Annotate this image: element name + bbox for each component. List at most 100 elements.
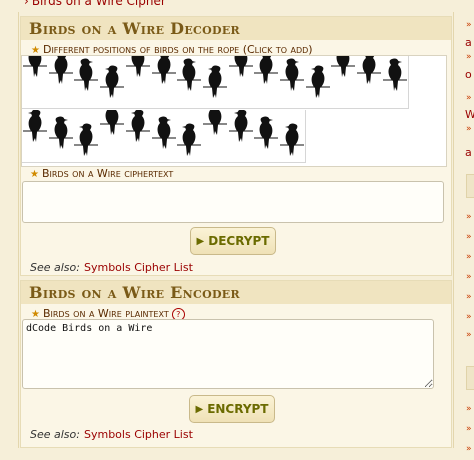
bird-2-icon — [48, 56, 73, 84]
bird-23-icon — [202, 110, 227, 135]
bullet-icon: » — [466, 312, 472, 322]
breadcrumb-separator: › — [24, 0, 29, 8]
bullet-icon: » — [466, 404, 472, 414]
bird-symbol-button[interactable] — [253, 56, 281, 109]
bird-26-icon — [280, 123, 304, 156]
sidebar-fragment[interactable]: a — [465, 146, 472, 159]
bird-15-icon — [382, 58, 407, 92]
ciphertext-label-text: Birds on a Wire ciphertext — [41, 167, 174, 180]
bird-symbol-button[interactable] — [304, 56, 332, 109]
bird-symbol-button[interactable] — [356, 56, 384, 109]
symbols-cipher-list-link[interactable]: Symbols Cipher List — [84, 261, 193, 274]
plaintext-input[interactable] — [22, 319, 434, 389]
decoder-title: Birds on a Wire Decoder — [21, 17, 451, 40]
bullet-icon: » — [466, 93, 472, 103]
bird-symbol-button[interactable] — [47, 110, 75, 163]
bird-9-icon — [228, 56, 253, 77]
sidebar-heading: S — [466, 174, 474, 198]
bird-symbol-button[interactable] — [176, 110, 204, 163]
bird-symbol-button[interactable] — [47, 56, 75, 109]
page: › Birds on a Wire Cipher Birds on a Wire … — [0, 0, 474, 460]
bird-4-icon — [100, 65, 125, 99]
bullet-icon: » — [466, 124, 472, 134]
bird-1-icon — [23, 56, 47, 77]
decrypt-button[interactable]: ▶ DECRYPT — [190, 227, 276, 255]
bird-19-icon — [100, 110, 125, 135]
bird-12-icon — [305, 65, 330, 99]
decrypt-button-label: DECRYPT — [208, 234, 270, 248]
positions-label-text: Different positions of birds on the rope… — [42, 43, 313, 56]
see-also-label: See also: — [30, 261, 80, 274]
encrypt-button-label: ENCRYPT — [207, 402, 269, 416]
breadcrumb[interactable]: › Birds on a Wire Cipher — [24, 0, 166, 8]
bird-symbol-button[interactable] — [253, 110, 281, 163]
bird-16-icon — [23, 110, 47, 142]
bullet-icon: » — [466, 444, 472, 454]
bird-25-icon — [254, 116, 279, 149]
bird-symbol-button[interactable] — [124, 110, 152, 163]
bird-21-icon — [151, 116, 176, 149]
bird-symbol-button[interactable] — [279, 56, 306, 109]
bird-symbol-button[interactable] — [176, 56, 204, 109]
bird-14-icon — [357, 56, 382, 84]
bird-symbol-button[interactable] — [227, 56, 255, 109]
sidebar-fragment[interactable]: o — [465, 68, 472, 81]
symbols-cipher-list-link[interactable]: Symbols Cipher List — [84, 428, 193, 441]
bird-symbol-button[interactable] — [22, 56, 49, 109]
bird-17-icon — [48, 116, 73, 149]
bird-symbol-button[interactable] — [73, 56, 101, 109]
bullet-icon: » — [466, 252, 472, 262]
bird-6-icon — [151, 56, 176, 84]
see-also-label: See also: — [30, 428, 80, 441]
bird-symbol-button[interactable] — [330, 56, 358, 109]
bird-symbol-button[interactable] — [201, 110, 229, 163]
bird-symbol-button[interactable] — [201, 56, 229, 109]
bird-symbol-button[interactable] — [150, 56, 178, 109]
play-icon: ▶ — [195, 403, 204, 415]
bird-symbol-button[interactable] — [279, 110, 306, 163]
bullet-icon: » — [466, 330, 472, 340]
bird-8-icon — [202, 65, 227, 99]
play-icon: ▶ — [196, 235, 205, 247]
bullet-icon: » — [466, 20, 472, 30]
bullet-icon: » — [466, 424, 472, 434]
bird-11-icon — [280, 58, 304, 92]
breadcrumb-link[interactable]: Birds on a Wire Cipher — [32, 0, 166, 8]
sidebar-heading: S — [466, 366, 474, 390]
encrypt-button[interactable]: ▶ ENCRYPT — [189, 395, 275, 423]
encoder-title: Birds on a Wire Encoder — [21, 281, 451, 304]
bird-13-icon — [331, 56, 356, 77]
bird-symbol-grid — [22, 56, 446, 166]
bird-symbol-button[interactable] — [227, 110, 255, 163]
bird-symbol-button[interactable] — [73, 110, 101, 163]
bird-10-icon — [254, 56, 279, 84]
bullet-icon: » — [466, 232, 472, 242]
bird-24-icon — [228, 110, 253, 142]
bullet-icon: » — [466, 212, 472, 222]
star-icon: ★ — [30, 169, 39, 180]
bird-5-icon — [125, 56, 150, 77]
bird-18-icon — [74, 123, 99, 156]
bird-symbol-button[interactable] — [99, 56, 127, 109]
sidebar-fragment[interactable]: W — [465, 108, 474, 121]
encoder-see-also: See also: Symbols Cipher List — [30, 428, 193, 441]
sidebar-fragment[interactable]: a — [465, 36, 472, 49]
bird-3-icon — [74, 58, 99, 92]
ciphertext-label: ★ Birds on a Wire ciphertext — [20, 167, 173, 180]
bird-22-icon — [177, 123, 202, 156]
positions-label: ★ Different positions of birds on the rop… — [21, 43, 451, 56]
bird-symbol-button[interactable] — [22, 110, 49, 163]
bullet-icon: » — [466, 272, 472, 282]
bird-symbol-button[interactable] — [150, 110, 178, 163]
decoder-see-also: See also: Symbols Cipher List — [30, 261, 193, 274]
bird-7-icon — [177, 58, 202, 92]
bird-symbol-button[interactable] — [381, 56, 409, 109]
bird-symbol-button[interactable] — [124, 56, 152, 109]
right-sidebar: » a » o » W » a S » » » » » » » S » » » — [458, 0, 474, 460]
ciphertext-input[interactable] — [22, 181, 444, 223]
star-icon: ★ — [31, 45, 40, 56]
bullet-icon: » — [466, 292, 472, 302]
bullet-icon: » — [466, 52, 472, 62]
bird-symbol-button[interactable] — [99, 110, 127, 163]
bird-20-icon — [125, 110, 150, 142]
